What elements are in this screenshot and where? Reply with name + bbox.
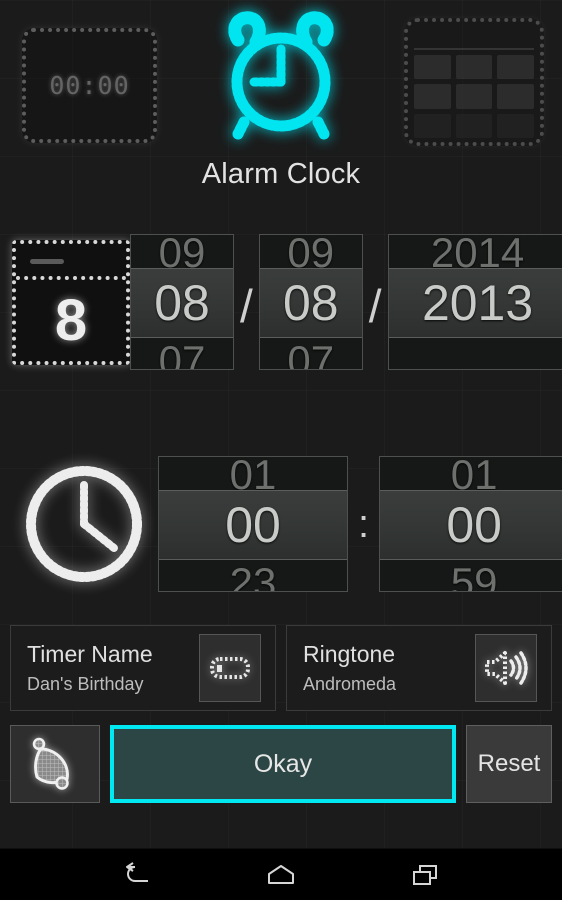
timer-name-edit-button[interactable] xyxy=(199,634,261,702)
action-button-row: Okay Reset xyxy=(0,725,562,803)
calendar-grid-header xyxy=(414,28,534,50)
calendar-grid-cell xyxy=(497,55,534,80)
time-picker: 01 00 23 : 01 00 59 xyxy=(0,449,562,599)
alarm-clock-icon[interactable] xyxy=(220,10,342,142)
hour-spinner-selected[interactable]: 00 xyxy=(159,490,347,560)
calendar-grid-cell xyxy=(455,84,493,109)
calendar-grid-cell xyxy=(455,55,493,80)
analog-clock-icon-wrapper[interactable] xyxy=(10,460,158,588)
timer-name-value: Dan's Birthday xyxy=(27,674,144,694)
hour-spinner-next[interactable]: 23 xyxy=(159,560,347,591)
calendar-day-icon-wrapper[interactable]: 8 xyxy=(12,239,130,365)
digital-clock-icon[interactable]: 00:00 xyxy=(22,28,157,143)
nav-back-button[interactable] xyxy=(109,855,165,895)
page-title: Alarm Clock xyxy=(201,158,361,190)
calendar-day-icon-header xyxy=(16,244,126,280)
reset-button[interactable]: Reset xyxy=(466,725,552,803)
month-spinner-selected[interactable]: 08 xyxy=(131,268,233,338)
ringtone-field[interactable]: Ringtone Andromeda xyxy=(286,625,552,711)
field-row: Timer Name Dan's Birthday Ringtone Andro… xyxy=(0,625,562,711)
year-spinner-prev[interactable]: 2014 xyxy=(388,235,562,268)
minute-spinner-next[interactable]: 59 xyxy=(380,560,562,591)
text-field-icon xyxy=(210,657,250,679)
date-picker: 8 09 08 07 / 09 08 07 / 2014 2013 xyxy=(0,227,562,377)
bell-button[interactable] xyxy=(10,725,100,803)
year-spinner-selected[interactable]: 2013 xyxy=(388,268,562,338)
back-icon xyxy=(126,861,148,882)
navigation-bar xyxy=(0,848,562,900)
bell-icon xyxy=(32,737,69,790)
timer-name-label: Timer Name xyxy=(27,641,153,667)
calendar-grid-cell xyxy=(414,55,451,80)
speaker-icon xyxy=(485,651,528,685)
date-spinner-group: 09 08 07 / 09 08 07 / 2014 2013 xyxy=(130,234,562,370)
day-spinner[interactable]: 09 08 07 xyxy=(258,234,363,370)
okay-button[interactable]: Okay xyxy=(110,725,456,803)
timer-name-text: Timer Name Dan's Birthday xyxy=(27,641,153,695)
year-spinner-next[interactable] xyxy=(388,338,562,369)
hour-spinner[interactable]: 01 00 23 xyxy=(158,456,348,592)
calendar-grid-cell xyxy=(497,84,534,109)
month-spinner-next[interactable]: 07 xyxy=(131,338,233,369)
day-spinner-next[interactable]: 07 xyxy=(259,338,362,369)
minute-spinner[interactable]: 01 00 59 xyxy=(379,456,562,592)
ringtone-label: Ringtone xyxy=(303,641,396,667)
year-spinner[interactable]: 2014 2013 xyxy=(387,234,562,370)
timer-name-field[interactable]: Timer Name Dan's Birthday xyxy=(10,625,276,711)
ringtone-value: Andromeda xyxy=(303,674,397,694)
day-spinner-selected[interactable]: 08 xyxy=(259,268,362,338)
ringtone-text: Ringtone Andromeda xyxy=(303,641,396,695)
time-separator: : xyxy=(358,501,370,546)
month-spinner-prev[interactable]: 09 xyxy=(131,235,233,268)
calendar-grid-icon-wrapper[interactable] xyxy=(404,8,544,146)
calendar-grid-icon[interactable] xyxy=(404,18,544,146)
calendar-day-icon[interactable]: 8 xyxy=(12,239,130,365)
date-separator-2: / xyxy=(368,280,382,332)
nav-home-button[interactable] xyxy=(253,855,309,895)
calendar-grid-cell xyxy=(497,113,534,138)
calendar-grid-cell xyxy=(455,113,493,138)
minute-spinner-prev[interactable]: 01 xyxy=(380,457,562,490)
hour-spinner-prev[interactable]: 01 xyxy=(159,457,347,490)
analog-clock-icon[interactable] xyxy=(20,460,148,588)
calendar-grid-cell xyxy=(414,113,451,138)
alarm-clock-screen: 00:00 Alarm Clock 8 09 08 07 / 09 08 07 … xyxy=(0,0,562,900)
nav-recents-button[interactable] xyxy=(397,855,453,895)
digital-clock-icon-label: 00:00 xyxy=(49,71,130,100)
recents-icon xyxy=(413,864,437,885)
minute-spinner-selected[interactable]: 00 xyxy=(380,490,562,560)
ringtone-select-button[interactable] xyxy=(475,634,537,702)
calendar-day-icon-number: 8 xyxy=(54,287,88,353)
header: 00:00 Alarm Clock xyxy=(0,0,562,205)
date-separator-1: / xyxy=(240,280,253,332)
home-icon xyxy=(268,864,294,884)
header-icon-row: 00:00 xyxy=(0,0,562,146)
month-spinner[interactable]: 09 08 07 xyxy=(130,234,234,370)
time-spinner-group: 01 00 23 : 01 00 59 xyxy=(158,456,562,592)
calendar-grid-cell xyxy=(414,84,451,109)
digital-clock-icon-wrapper[interactable]: 00:00 xyxy=(22,8,157,143)
day-spinner-prev[interactable]: 09 xyxy=(259,235,362,268)
calendar-grid-cells xyxy=(414,50,534,138)
